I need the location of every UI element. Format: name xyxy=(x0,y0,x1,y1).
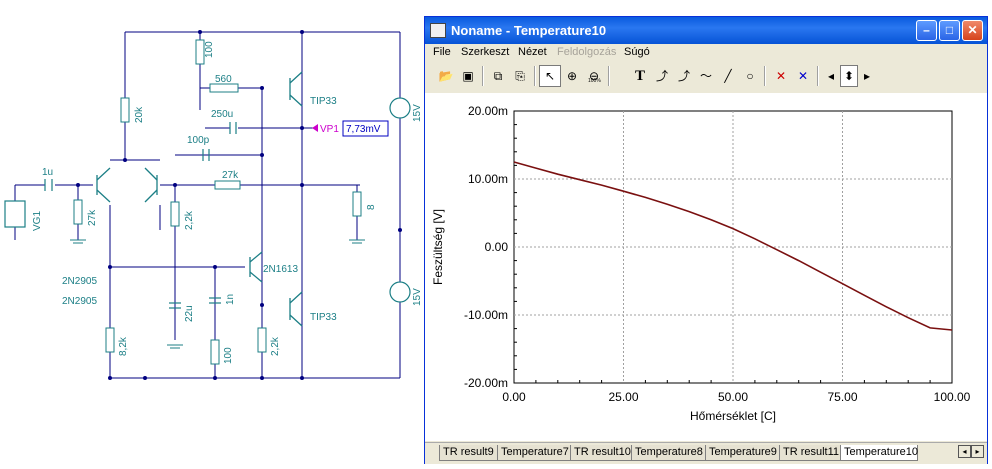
text-icon[interactable]: T xyxy=(629,65,651,87)
tab-temperature8[interactable]: Temperature8 xyxy=(631,445,707,461)
line-icon[interactable]: ╱ xyxy=(717,65,739,87)
menu-process[interactable]: Feldolgozás xyxy=(557,46,616,58)
toolbar-separator xyxy=(764,66,766,86)
y-axis-label: Feszültség [V] xyxy=(431,209,445,285)
toolbar-separator xyxy=(608,66,610,86)
label-q-2n2905-b: 2N2905 xyxy=(62,296,97,307)
copy-icon[interactable]: ⧉ xyxy=(487,65,509,87)
tab-scroll-left-icon[interactable]: ◂ xyxy=(958,445,971,458)
tab-temperature7[interactable]: Temperature7 xyxy=(497,445,572,461)
maximize-button[interactable]: □ xyxy=(939,20,960,41)
curve-label-icon[interactable]: 〜 xyxy=(695,65,717,87)
cross-b-icon[interactable]: ✕ xyxy=(792,65,814,87)
y-tick-label: -10.00m xyxy=(464,308,508,322)
label-vg1: VG1 xyxy=(32,211,43,231)
zoom-in-icon[interactable]: ⊕ xyxy=(561,65,583,87)
circle-icon[interactable]: ○ xyxy=(739,65,761,87)
circuit-schematic: 100 560 TIP33 20k 250u VP1 7,73mV 100p 1… xyxy=(4,30,423,380)
label-q-tip33-bot: TIP33 xyxy=(310,312,337,323)
arrow-right-icon[interactable]: ▸ xyxy=(858,65,876,87)
app-icon xyxy=(430,23,446,38)
tab-tr-result9[interactable]: TR result9 xyxy=(439,445,499,461)
toolbar-separator xyxy=(534,66,536,86)
label-r-560: 560 xyxy=(215,74,232,85)
menu-edit[interactable]: Szerkeszt xyxy=(461,46,509,58)
label-r-27k-in: 27k xyxy=(87,209,98,226)
y-tick-label: 0.00 xyxy=(485,240,509,254)
label-v-15v-bot: 15V xyxy=(412,288,423,306)
minimize-button[interactable]: – xyxy=(916,20,937,41)
label-r-8-load: 8 xyxy=(366,204,377,210)
toolbar: 📂 ▣ ⧉ ⎘ ↖ ⊕ ⊖ 100% T ⤴ ⤴ 〜 ╱ ○ ✕ ✕ ◂ ⬍ ▸ xyxy=(433,64,895,90)
menu-help[interactable]: Súgó xyxy=(624,46,650,58)
tab-temperature10[interactable]: Temperature10 xyxy=(840,445,918,461)
toolbar-separator xyxy=(482,66,484,86)
cross-a-icon[interactable]: ✕ xyxy=(770,65,792,87)
label-probe-vp1: VP1 xyxy=(320,124,339,135)
cursor-a-icon[interactable]: ⤴ xyxy=(651,65,673,87)
open-icon[interactable]: 📂 xyxy=(435,65,457,87)
label-r-2-2k-bot: 2,2k xyxy=(270,336,281,356)
paste-icon[interactable]: ⎘ xyxy=(509,65,531,87)
tab-bar: ◂ ▸ TR result9 Temperature7 TR result10 Tem… xyxy=(425,442,987,464)
tab-scroll-right-icon[interactable]: ▸ xyxy=(971,445,984,458)
label-r-100-bot: 100 xyxy=(223,347,234,364)
label-probe-value: 7,73mV xyxy=(346,124,381,135)
tab-temperature9[interactable]: Temperature9 xyxy=(705,445,781,461)
label-q-tip33-top: TIP33 xyxy=(310,96,337,107)
label-r-8-2k: 8,2k xyxy=(118,336,129,356)
menu-bar: File Szerkeszt Nézet Feldolgozás Súgó xyxy=(425,44,987,62)
window-title: Noname - Temperature10 xyxy=(451,23,607,38)
arrow-left-icon[interactable]: ◂ xyxy=(822,65,840,87)
diagram-window: Noname - Temperature10 – □ ✕ File Szerke… xyxy=(424,16,988,464)
label-c-1u: 1u xyxy=(42,167,53,178)
arrow-updown-icon[interactable]: ⬍ xyxy=(840,65,858,87)
zoom-label: 100% xyxy=(588,78,601,84)
tab-tr-result10[interactable]: TR result10 xyxy=(570,445,633,461)
plot-area[interactable]: 0.00 25.00 50.00 75.00 100.00 20.00m 10.00m 0.0… xyxy=(425,93,987,441)
menu-file[interactable]: File xyxy=(433,46,451,58)
x-tick-label: 0.00 xyxy=(502,390,526,404)
title-bar[interactable]: Noname - Temperature10 – □ ✕ xyxy=(425,17,987,44)
y-tick-label: -20.00m xyxy=(464,376,508,390)
zoom-out-icon[interactable]: ⊖ 100% xyxy=(583,65,605,87)
label-r-2-2k-mid: 2,2k xyxy=(184,210,195,230)
save-icon[interactable]: ▣ xyxy=(457,65,479,87)
close-button[interactable]: ✕ xyxy=(962,20,983,41)
x-tick-label: 25.00 xyxy=(608,390,638,404)
cursor-b-icon[interactable]: ⤴ xyxy=(673,65,695,87)
label-v-15v-top: 15V xyxy=(412,104,423,122)
menu-view[interactable]: Nézet xyxy=(518,46,547,58)
toolbar-separator xyxy=(817,66,819,86)
label-q-2n2905-a: 2N2905 xyxy=(62,276,97,287)
label-c-1n: 1n xyxy=(225,294,236,305)
x-tick-label: 75.00 xyxy=(827,390,857,404)
tab-tr-result11[interactable]: TR result11 xyxy=(779,445,842,461)
pointer-icon[interactable]: ↖ xyxy=(539,65,561,87)
x-tick-label: 50.00 xyxy=(718,390,748,404)
label-r-100-top: 100 xyxy=(204,41,215,58)
y-tick-label: 20.00m xyxy=(468,104,508,118)
label-r-27k-fb: 27k xyxy=(222,170,239,181)
label-c-100p: 100p xyxy=(187,135,210,146)
label-c-22u: 22u xyxy=(184,305,195,322)
label-c-250u: 250u xyxy=(211,109,233,120)
x-tick-label: 100.00 xyxy=(934,390,971,404)
y-tick-label: 10.00m xyxy=(468,172,508,186)
x-axis-label: Hőmérséklet [C] xyxy=(690,409,776,423)
label-r-20k: 20k xyxy=(134,106,145,123)
label-q-2n1613: 2N1613 xyxy=(263,264,298,275)
